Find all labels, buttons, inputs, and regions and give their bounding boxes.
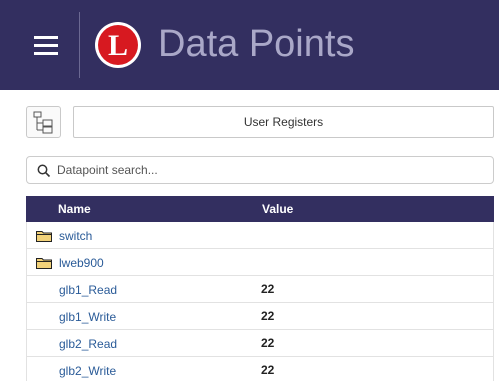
datapoint-name[interactable]: glb2_Write (59, 364, 116, 378)
datapoint-value: 22 (261, 336, 275, 350)
folder-name[interactable]: switch (59, 229, 92, 243)
datapoint-name[interactable]: glb1_Write (59, 310, 116, 324)
datapoints-table: Name Value switch lweb900 glb1_Read 22 g… (26, 196, 494, 381)
datapoint-name[interactable]: glb2_Read (59, 337, 117, 351)
folder-row[interactable]: lweb900 (26, 249, 494, 276)
menu-icon[interactable] (18, 26, 72, 66)
datapoint-name[interactable]: glb1_Read (59, 283, 117, 297)
page-title: Data Points (158, 23, 355, 65)
folder-icon (36, 258, 52, 269)
search-box (26, 156, 494, 184)
app-header: L Data Points (0, 0, 499, 90)
datapoint-search-input[interactable] (57, 160, 477, 180)
logo-letter: L (108, 29, 128, 62)
folder-icon (36, 231, 52, 242)
user-registers-button[interactable]: User Registers (73, 106, 494, 138)
datapoint-value: 22 (261, 282, 275, 296)
folder-row[interactable]: switch (26, 222, 494, 249)
datapoint-value: 22 (261, 363, 275, 377)
logo-icon: L (95, 22, 141, 68)
column-header-name[interactable]: Name (58, 202, 91, 216)
table-row[interactable]: glb1_Read 22 (26, 276, 494, 303)
datapoint-value: 22 (261, 309, 275, 323)
tree-view-button[interactable] (26, 106, 61, 138)
folder-name[interactable]: lweb900 (59, 256, 104, 270)
table-header: Name Value (26, 196, 494, 222)
table-row[interactable]: glb2_Read 22 (26, 330, 494, 357)
tree-view-icon (33, 111, 53, 134)
table-row[interactable]: glb2_Write 22 (26, 357, 494, 381)
search-icon (37, 164, 51, 178)
table-row[interactable]: glb1_Write 22 (26, 303, 494, 330)
header-divider (79, 12, 80, 78)
column-header-value[interactable]: Value (262, 202, 293, 216)
